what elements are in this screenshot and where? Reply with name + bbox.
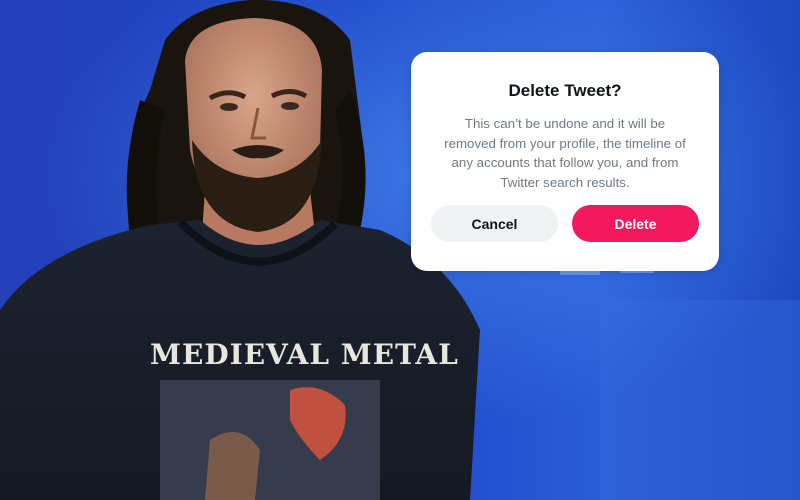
dialog-title: Delete Tweet? [508,81,622,100]
delete-button[interactable]: Delete [572,205,699,242]
delete-tweet-dialog: Delete Tweet? This can’t be undone and i… [411,52,719,271]
screenshot: MEDIEVAL METAL Delete Tweet? This can’t … [0,0,800,500]
cancel-button[interactable]: Cancel [431,205,558,242]
light-panel [600,300,800,500]
figure-graphic [205,432,260,500]
dialog-message: This can’t be undone and it will be remo… [429,114,701,192]
dialog-actions: Cancel Delete [431,205,699,242]
dialog-message-line: This can’t be undone and it will be [464,116,666,131]
shirt-text: MEDIEVAL METAL [150,338,459,371]
dialog-message-line: any accounts that follow you, and from [451,155,679,170]
dialog-message-line: removed from your profile, the timeline … [444,135,686,151]
right-eye [281,102,299,110]
left-eye [220,103,238,111]
shirt-graphic [160,380,380,500]
dialog-message-line: Twitter search results. [500,174,630,190]
